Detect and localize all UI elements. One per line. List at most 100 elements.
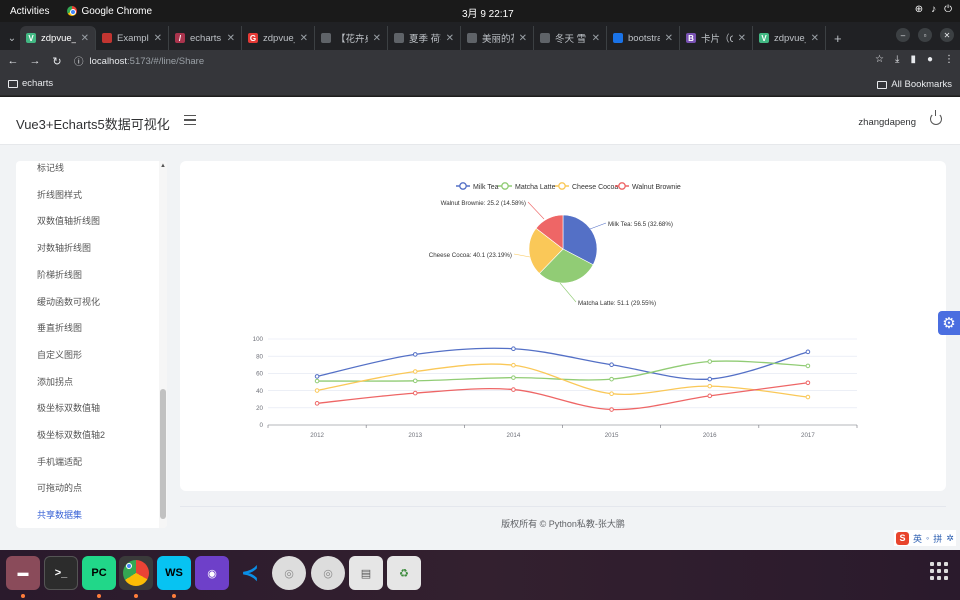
back-icon[interactable]: ← [4, 55, 22, 67]
network-icon[interactable]: ⊕ [915, 4, 923, 15]
files-icon[interactable]: ▬ [6, 556, 40, 590]
x-tick-label: 2013 [408, 432, 422, 439]
sidebar-menu-item[interactable]: 缓动函数可视化 [37, 295, 100, 308]
show-apps-icon[interactable] [930, 562, 948, 580]
tab-close-icon[interactable]: ✕ [373, 33, 381, 44]
tab-close-icon[interactable]: ✕ [519, 33, 527, 44]
scroll-up-icon[interactable]: ▲ [160, 163, 166, 169]
ime-pinyin-icon[interactable]: 拼 [933, 532, 942, 545]
sidebar-menu-item[interactable]: 双数值轴折线图 [37, 214, 100, 227]
browser-tab[interactable]: Gzdpvue_elin ✕ [242, 26, 315, 50]
data-point [609, 407, 614, 412]
chrome-dock-icon[interactable] [119, 556, 153, 590]
disc-icon[interactable]: ◎ [272, 556, 306, 590]
download-icon[interactable]: ⤓ [895, 54, 899, 65]
github-desktop-icon[interactable]: ◉ [195, 556, 229, 590]
tab-title: 夏季 荷花 荷 [409, 34, 441, 45]
maximize-icon[interactable]: ▫ [918, 28, 932, 42]
vscode-icon[interactable]: ≺ [233, 556, 267, 590]
data-point [314, 374, 320, 379]
sidebar-scrollbar[interactable]: ▲ [159, 161, 167, 528]
webstorm-icon[interactable]: WS [157, 556, 191, 590]
sidebar-menu-item[interactable]: 垂直折线图 [37, 321, 82, 334]
disc-icon-2[interactable]: ◎ [311, 556, 345, 590]
sidebar-menu-item[interactable]: 折线图样式 [37, 188, 82, 201]
tab-close-icon[interactable]: ✕ [592, 33, 600, 44]
sidebar-menu-item[interactable]: 共享数据集 [37, 508, 82, 521]
tab-close-icon[interactable]: ✕ [154, 33, 162, 44]
terminal-icon[interactable]: >_ [44, 556, 78, 590]
bookmark-folder-echarts[interactable]: echarts [8, 78, 53, 89]
browser-tab[interactable]: bootstrap5 ✕ [607, 26, 680, 50]
pycharm-icon[interactable]: PC [82, 556, 116, 590]
sidebar-menu-item[interactable]: 自定义图形 [37, 348, 82, 361]
browser-tab[interactable]: 【花卉桌面】 ✕ [315, 26, 388, 50]
legend-marker [459, 182, 467, 190]
sidebar-menu-item[interactable]: 手机端适配 [37, 455, 82, 468]
sidebar-menu-item[interactable]: 对数轴折线图 [37, 241, 91, 254]
bookmark-star-icon[interactable]: ☆ [875, 54, 884, 65]
sidebar-menu-item[interactable]: 可拖动的点 [37, 481, 82, 494]
tab-close-icon[interactable]: ✕ [81, 33, 89, 44]
sidebar-menu-item[interactable]: 极坐标双数值轴2 [37, 428, 105, 441]
app-brand[interactable]: Vue3+Echarts5数据可视化 [16, 114, 170, 133]
browser-tab[interactable]: Examples - A ✕ [96, 26, 169, 50]
browser-tab[interactable]: 冬天 雪山 云 ✕ [534, 26, 607, 50]
sidebar-menu-item[interactable]: 标记线 [37, 161, 64, 174]
volume-icon[interactable]: ♪ [931, 4, 936, 15]
tab-close-icon[interactable]: ✕ [811, 33, 819, 44]
web-page: Vue3+Echarts5数据可视化 zhangdapeng 标记线折线图样式双… [0, 97, 960, 550]
browser-tab[interactable]: / echarts.apa ✕ [169, 26, 242, 50]
profile-icon[interactable]: ● [927, 54, 933, 65]
minimize-icon[interactable]: – [896, 28, 910, 42]
tab-close-icon[interactable]: ✕ [738, 33, 746, 44]
sidebar-menu-item[interactable]: 阶梯折线图 [37, 268, 82, 281]
close-window-icon[interactable]: ✕ [940, 28, 954, 42]
legend-marker [558, 182, 566, 190]
ime-punct-icon[interactable]: ◦ [926, 533, 929, 543]
save-disk-icon[interactable]: ▤ [349, 556, 383, 590]
app-menu[interactable]: Google Chrome [67, 6, 152, 17]
browser-tab[interactable]: Vzdpvue_ech ✕ [753, 26, 826, 50]
activities-button[interactable]: Activities [0, 6, 59, 17]
clock[interactable]: 3月 9 22:17 [462, 5, 514, 20]
folder-icon [877, 80, 888, 89]
tab-close-icon[interactable]: ✕ [227, 33, 235, 44]
side-panel-icon[interactable]: ▮ [910, 54, 916, 65]
tab-close-icon[interactable]: ✕ [300, 33, 308, 44]
browser-tab[interactable]: 美丽的花园 ✕ [461, 26, 534, 50]
tab-close-icon[interactable]: ✕ [446, 33, 454, 44]
tab-title: echarts.apa [190, 32, 222, 44]
username[interactable]: zhangdapeng [858, 117, 916, 128]
data-point [609, 391, 614, 396]
tab-title: zdpvue_elin [263, 32, 295, 44]
power-menu-icon[interactable]: ⏻ [944, 4, 952, 15]
footer-divider [180, 506, 946, 507]
ime-settings-icon[interactable]: ✲ [946, 533, 954, 544]
ime-toolbar[interactable]: S 英 ◦ 拼 ✲ [894, 530, 956, 546]
all-bookmarks[interactable]: All Bookmarks [877, 79, 952, 90]
tab-favicon-icon [394, 33, 404, 43]
trash-icon[interactable]: ♻ [387, 556, 421, 590]
menu-icon[interactable]: ⋮ [944, 54, 954, 65]
settings-gear-icon[interactable]: ⚙ [938, 311, 960, 335]
logout-icon[interactable] [930, 110, 942, 125]
scrollbar-thumb[interactable] [160, 389, 166, 519]
reload-icon[interactable]: ↻ [48, 55, 66, 68]
shared-dataset-chart[interactable]: Milk Tea Matcha Latte Cheese Cocoa Walnut B… [180, 161, 946, 491]
browser-tab[interactable]: B 卡片（Card） ✕ [680, 26, 753, 50]
forward-icon[interactable]: → [26, 55, 44, 67]
menu-toggle-icon[interactable] [184, 115, 196, 125]
sidebar-menu-item[interactable]: 添加拐点 [37, 375, 73, 388]
sidebar-menu-item[interactable]: 极坐标双数值轴 [37, 401, 100, 414]
ime-mode-icon[interactable]: 英 [913, 532, 922, 545]
tab-favicon-icon [467, 33, 477, 43]
system-tray[interactable]: ⊕ ♪ ⏻ [915, 4, 952, 15]
browser-tab[interactable]: Vzdpvue_ech ✕ [20, 26, 96, 50]
tab-close-icon[interactable]: ✕ [665, 33, 673, 44]
new-tab-button[interactable]: + [826, 26, 850, 50]
tab-search-icon[interactable]: ⌄ [4, 26, 20, 50]
site-info-icon[interactable]: ⓘ [74, 54, 84, 68]
browser-tab[interactable]: 夏季 荷花 荷 ✕ [388, 26, 461, 50]
address-bar[interactable]: ⓘ localhost:5173/#/line/Share [74, 52, 900, 70]
